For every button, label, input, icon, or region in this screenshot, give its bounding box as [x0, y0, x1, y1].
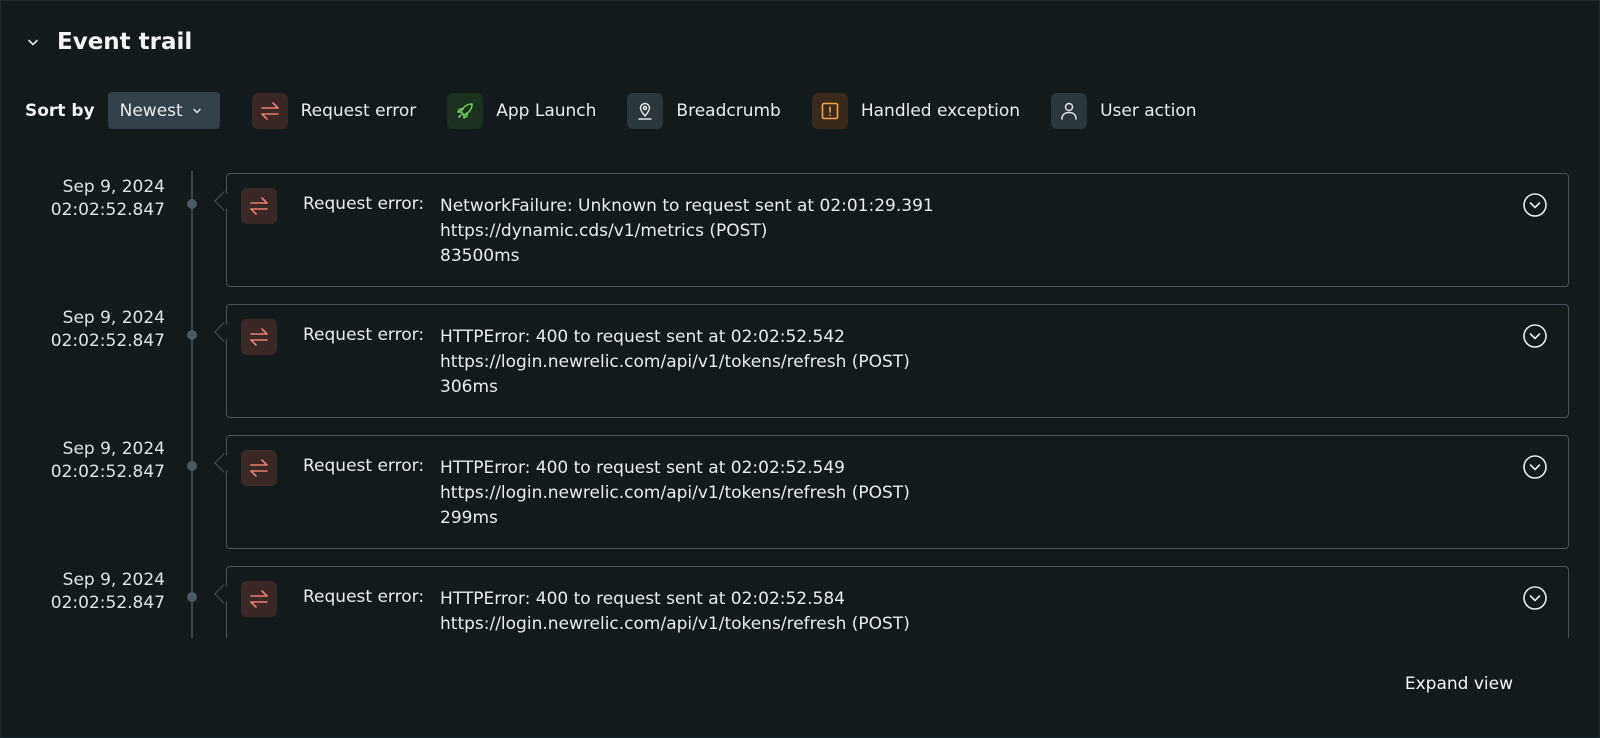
expand-view-button[interactable]: Expand view: [1405, 674, 1513, 694]
timeline-dot: [187, 461, 197, 471]
event-trail-header: Event trail: [23, 25, 192, 59]
chevron-down-circle-icon[interactable]: [1522, 454, 1548, 480]
event-message: HTTPError: 400 to request sent at 02:02:…: [440, 327, 845, 347]
event-card[interactable]: Request error: HTTPError: 400 to request…: [226, 304, 1569, 418]
user-icon: [1051, 92, 1088, 129]
request-error-icon: [241, 188, 277, 224]
event-detail: HTTPError: 400 to request sent at 02:02:…: [440, 456, 910, 531]
legend-user-action[interactable]: User action: [1051, 92, 1197, 129]
event-url: https://login.newrelic.com/api/v1/tokens…: [440, 614, 910, 634]
event-type: Request error:: [303, 325, 425, 345]
event-date: Sep 9, 2024: [62, 439, 165, 459]
request-error-icon: [241, 450, 277, 486]
timeline-dot: [187, 592, 197, 602]
event-detail: HTTPError: 400 to request sent at 02:02:…: [440, 587, 910, 637]
chevron-down-circle-icon[interactable]: [1522, 323, 1548, 349]
event-item: Sep 9, 2024 02:02:52.847 Request error: …: [1, 566, 1600, 638]
legend-label: App Launch: [496, 100, 597, 121]
event-card[interactable]: Request error: HTTPError: 400 to request…: [226, 566, 1569, 638]
timeline-dot: [187, 330, 197, 340]
event-time: 02:02:52.847: [50, 200, 165, 220]
event-url: https://login.newrelic.com/api/v1/tokens…: [440, 483, 910, 503]
request-error-icon: [241, 319, 277, 355]
sort-label: Sort by: [25, 100, 95, 121]
event-url: https://dynamic.cds/v1/metrics (POST): [440, 221, 768, 241]
event-detail: NetworkFailure: Unknown to request sent …: [440, 194, 934, 269]
sort-value: Newest: [119, 100, 183, 121]
event-time: 02:02:52.847: [50, 593, 165, 613]
location-pin-icon: [627, 92, 664, 129]
event-time: 02:02:52.847: [50, 331, 165, 351]
event-date: Sep 9, 2024: [62, 177, 165, 197]
request-error-icon: [241, 581, 277, 617]
event-date: Sep 9, 2024: [62, 570, 165, 590]
rocket-icon: [447, 92, 484, 129]
chevron-down-circle-icon[interactable]: [1522, 585, 1548, 611]
legend-handled-exception[interactable]: Handled exception: [811, 92, 1021, 129]
legend-label: Request error: [300, 100, 417, 121]
legend-label: User action: [1100, 100, 1197, 121]
event-timestamp: Sep 9, 2024 02:02:52.847: [51, 176, 165, 222]
event-timeline[interactable]: Sep 9, 2024 02:02:52.847 Request error: …: [1, 171, 1600, 638]
legend-app-launch[interactable]: App Launch: [447, 92, 597, 129]
event-url: https://login.newrelic.com/api/v1/tokens…: [440, 352, 910, 372]
page-title: Event trail: [57, 29, 193, 55]
event-date: Sep 9, 2024: [62, 308, 165, 328]
event-duration: 299ms: [440, 508, 498, 528]
legend-label: Breadcrumb: [676, 100, 781, 121]
event-message: HTTPError: 400 to request sent at 02:02:…: [440, 589, 845, 609]
legend-breadcrumb[interactable]: Breadcrumb: [627, 92, 781, 129]
event-message: HTTPError: 400 to request sent at 02:02:…: [440, 458, 845, 478]
legend-request-error[interactable]: Request error: [251, 92, 417, 129]
filter-bar: Sort by Newest Request error App Launch …: [25, 92, 1197, 129]
event-duration: 306ms: [440, 377, 498, 397]
event-detail: HTTPError: 400 to request sent at 02:02:…: [440, 325, 910, 400]
event-timestamp: Sep 9, 2024 02:02:52.847: [51, 569, 165, 615]
event-item: Sep 9, 2024 02:02:52.847 Request error: …: [1, 173, 1600, 287]
legend-label: Handled exception: [860, 100, 1021, 121]
event-type: Request error:: [303, 456, 425, 476]
request-error-icon: [251, 92, 288, 129]
event-message: NetworkFailure: Unknown to request sent …: [440, 196, 934, 216]
timeline-dot: [187, 199, 197, 209]
exclamation-icon: [811, 92, 848, 129]
chevron-down-icon: [191, 105, 203, 117]
event-time: 02:02:52.847: [50, 462, 165, 482]
event-type: Request error:: [303, 194, 425, 214]
event-item: Sep 9, 2024 02:02:52.847 Request error: …: [1, 435, 1600, 549]
event-card[interactable]: Request error: HTTPError: 400 to request…: [226, 435, 1569, 549]
event-timestamp: Sep 9, 2024 02:02:52.847: [51, 307, 165, 353]
event-timestamp: Sep 9, 2024 02:02:52.847: [51, 438, 165, 484]
event-card[interactable]: Request error: NetworkFailure: Unknown t…: [226, 173, 1569, 287]
event-item: Sep 9, 2024 02:02:52.847 Request error: …: [1, 304, 1600, 418]
event-duration: 83500ms: [440, 246, 520, 266]
sort-select[interactable]: Newest: [107, 92, 220, 129]
event-type: Request error:: [303, 587, 425, 607]
chevron-down-circle-icon[interactable]: [1522, 192, 1548, 218]
event-trail-panel: Event trail Sort by Newest Request error…: [0, 0, 1600, 738]
chevron-down-icon[interactable]: [23, 32, 43, 52]
